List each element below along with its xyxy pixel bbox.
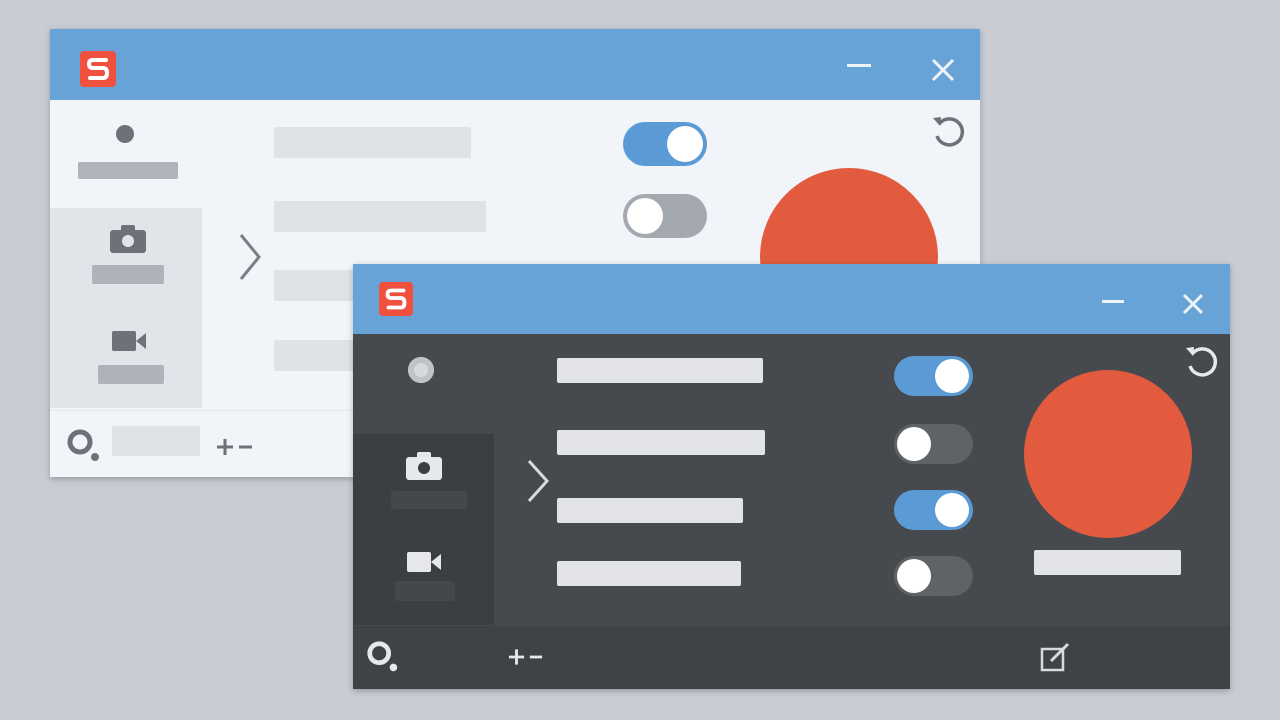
option-label-placeholder bbox=[557, 561, 741, 586]
dark-theme-window bbox=[353, 264, 1230, 689]
reset-icon[interactable] bbox=[930, 112, 968, 150]
tab-video[interactable] bbox=[353, 534, 494, 625]
title-bar[interactable] bbox=[50, 29, 980, 100]
edit-icon[interactable] bbox=[1039, 640, 1073, 674]
toggle-knob bbox=[897, 427, 931, 461]
option-label-placeholder bbox=[557, 358, 763, 383]
toggle-switch-on[interactable] bbox=[894, 490, 973, 530]
toggle-switch-on[interactable] bbox=[894, 356, 973, 396]
settings-icon[interactable] bbox=[65, 427, 103, 465]
option-label-placeholder bbox=[274, 201, 486, 232]
app-logo-icon bbox=[80, 51, 116, 87]
record-label-placeholder bbox=[1034, 550, 1181, 575]
camera-icon bbox=[406, 452, 442, 480]
chevron-right-icon[interactable] bbox=[237, 233, 265, 281]
reset-icon[interactable] bbox=[1183, 342, 1221, 380]
option-label-placeholder bbox=[557, 498, 743, 523]
video-camera-icon bbox=[407, 552, 441, 572]
main-panel bbox=[353, 334, 1230, 689]
zoom-icon[interactable] bbox=[508, 646, 544, 668]
minimize-icon[interactable] bbox=[847, 63, 871, 69]
zoom-icon[interactable] bbox=[216, 436, 254, 458]
toggle-switch-off[interactable] bbox=[894, 424, 973, 464]
tab-screen-record[interactable] bbox=[50, 100, 202, 208]
settings-icon[interactable] bbox=[365, 639, 401, 675]
app-logo-icon bbox=[379, 282, 413, 316]
tab-label-placeholder bbox=[92, 265, 164, 284]
tab-label-placeholder bbox=[98, 365, 164, 384]
close-icon[interactable] bbox=[930, 57, 956, 83]
minimize-icon[interactable] bbox=[1102, 299, 1124, 305]
toggle-switch-off[interactable] bbox=[894, 556, 973, 596]
toggle-knob bbox=[897, 559, 931, 593]
tab-video[interactable] bbox=[50, 308, 202, 408]
toggle-knob bbox=[935, 493, 969, 527]
toggle-knob bbox=[935, 359, 969, 393]
toggle-switch-on[interactable] bbox=[623, 122, 707, 166]
option-label-placeholder bbox=[557, 430, 765, 455]
tab-label-placeholder bbox=[391, 491, 467, 509]
toggle-switch-off[interactable] bbox=[623, 194, 707, 238]
camera-icon bbox=[110, 225, 146, 253]
record-button[interactable] bbox=[1024, 370, 1192, 538]
setting-label-placeholder bbox=[112, 426, 200, 456]
title-bar[interactable] bbox=[353, 264, 1230, 334]
screen-record-icon bbox=[116, 125, 134, 143]
tab-label-placeholder bbox=[78, 162, 178, 179]
footer-bar bbox=[353, 626, 1230, 689]
close-icon[interactable] bbox=[1181, 292, 1205, 316]
option-label-placeholder bbox=[274, 127, 471, 158]
tab-screen-record[interactable] bbox=[353, 334, 494, 434]
tab-camera[interactable] bbox=[353, 434, 494, 534]
tab-label-placeholder bbox=[395, 581, 455, 601]
chevron-right-icon[interactable] bbox=[525, 459, 553, 503]
video-camera-icon bbox=[112, 331, 146, 351]
tab-camera[interactable] bbox=[50, 208, 202, 308]
screen-record-icon bbox=[408, 357, 434, 383]
toggle-knob bbox=[627, 198, 663, 234]
toggle-knob bbox=[667, 126, 703, 162]
